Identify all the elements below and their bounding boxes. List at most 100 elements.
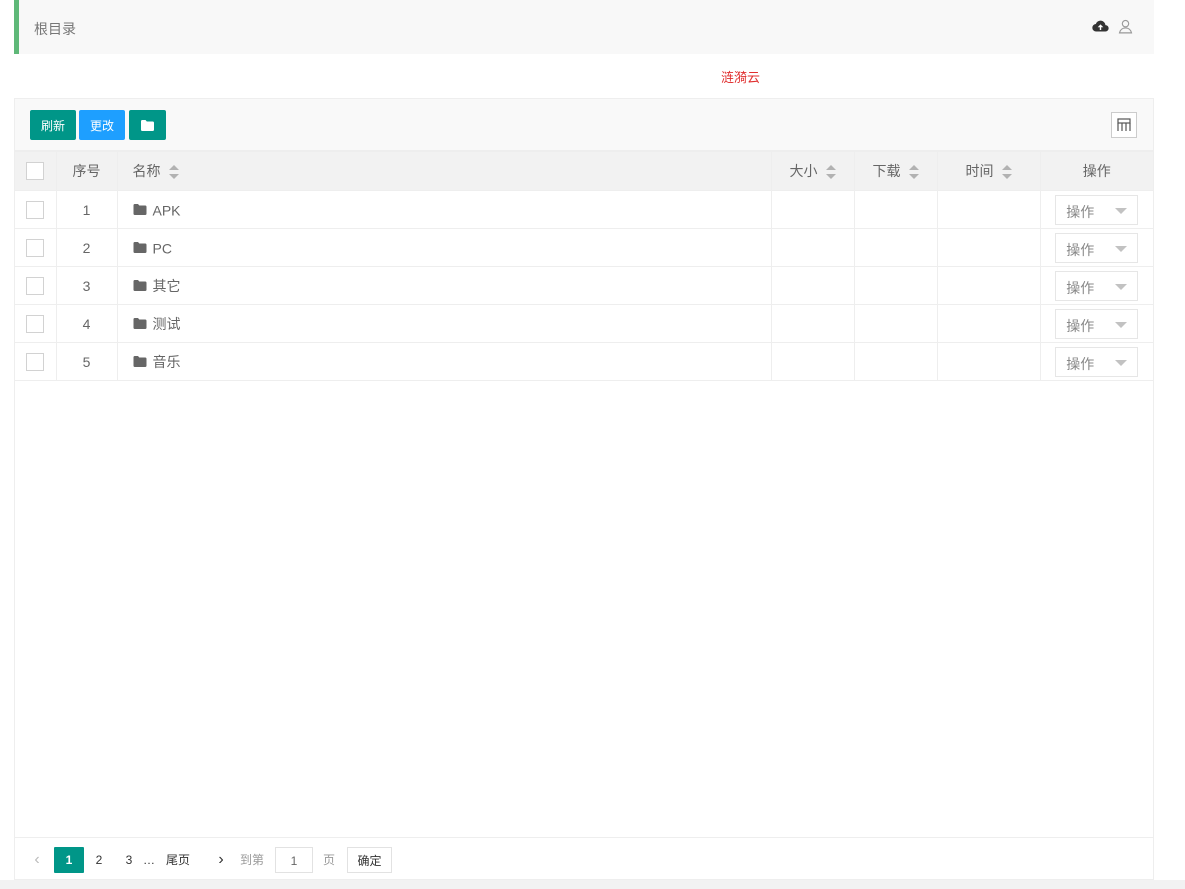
row-checkbox[interactable]	[26, 314, 45, 333]
row-checkbox[interactable]	[26, 200, 45, 219]
select-all-cell[interactable]	[15, 151, 57, 191]
row-name-cell[interactable]: APK	[116, 190, 772, 229]
row-select-cell[interactable]	[15, 228, 57, 267]
action-select[interactable]: 操作	[1055, 194, 1139, 225]
row-checkbox[interactable]	[26, 238, 45, 257]
header-name[interactable]: 名称	[116, 151, 772, 191]
row-action-cell: 操作	[1039, 190, 1153, 229]
sort-icon[interactable]	[908, 165, 919, 180]
file-table: 序号 名称 大小 下载 时间 操作 1 APK 操作 2 PC 操作 3 其它 操作 4 测试 操作 5…	[15, 151, 1153, 381]
folder-icon	[141, 119, 154, 131]
row-time	[936, 342, 1041, 381]
action-select[interactable]: 操作	[1055, 346, 1139, 377]
header-time[interactable]: 时间	[936, 151, 1041, 191]
chevron-down-icon	[1115, 283, 1128, 290]
brand-label: 涟漪云	[721, 70, 761, 85]
row-checkbox[interactable]	[26, 276, 45, 295]
row-time	[936, 190, 1041, 229]
sort-icon[interactable]	[168, 165, 179, 180]
top-actions	[1092, 18, 1134, 35]
row-name[interactable]: APK	[153, 202, 181, 218]
folder-icon	[133, 354, 147, 370]
row-name[interactable]: 其它	[153, 278, 181, 294]
header-download[interactable]: 下载	[853, 151, 938, 191]
action-select-label: 操作	[1066, 241, 1095, 258]
row-name[interactable]: PC	[153, 240, 172, 256]
row-name[interactable]: 音乐	[153, 354, 181, 370]
row-checkbox[interactable]	[26, 352, 45, 371]
cloud-upload-icon[interactable]	[1092, 18, 1109, 35]
row-name-cell[interactable]: 测试	[116, 304, 772, 343]
row-download	[853, 266, 938, 305]
folder-icon	[133, 202, 147, 218]
row-select-cell[interactable]	[15, 304, 57, 343]
folder-icon	[133, 240, 147, 256]
row-name-cell[interactable]: 其它	[116, 266, 772, 305]
row-select-cell[interactable]	[15, 342, 57, 381]
row-name-cell[interactable]: PC	[116, 228, 772, 267]
folder-icon	[133, 278, 147, 294]
goto-label: 到第	[240, 853, 265, 867]
row-action-cell: 操作	[1039, 228, 1153, 267]
new-folder-button[interactable]	[129, 110, 166, 140]
table-row[interactable]: 3 其它 操作	[15, 266, 1153, 305]
header-size-label: 大小	[789, 163, 818, 179]
goto-confirm-button[interactable]: 确定	[347, 847, 392, 873]
header-download-label: 下载	[872, 163, 901, 179]
action-select[interactable]: 操作	[1055, 308, 1139, 339]
row-name[interactable]: 测试	[153, 316, 181, 332]
action-select-label: 操作	[1066, 279, 1095, 296]
change-button[interactable]: 更改	[79, 110, 125, 140]
column-filter-button[interactable]	[1111, 112, 1137, 138]
row-download	[853, 228, 938, 267]
breadcrumb-root[interactable]: 根目录	[34, 19, 76, 39]
bottom-strip	[0, 880, 1185, 889]
breadcrumb: 根目录	[14, 0, 1154, 54]
page-unit-label: 页	[322, 853, 335, 867]
page-3-link[interactable]: 3	[119, 847, 139, 873]
row-size	[770, 190, 855, 229]
page-2-link[interactable]: 2	[89, 847, 109, 873]
header-time-label: 时间	[965, 163, 994, 179]
column-filter-icon	[1117, 118, 1131, 131]
row-select-cell[interactable]	[15, 190, 57, 229]
file-table-panel: 刷新 更改 序号 名称 大小 下载 时间 操作 1 APK 操作 2 PC 操作 3 其它 操作…	[14, 98, 1154, 880]
sort-icon[interactable]	[825, 165, 836, 180]
row-size	[770, 304, 855, 343]
row-index: 3	[55, 266, 118, 305]
user-icon[interactable]	[1117, 18, 1134, 35]
folder-icon	[133, 316, 147, 332]
page-current[interactable]: 1	[54, 847, 84, 873]
row-size	[770, 228, 855, 267]
row-index: 1	[55, 190, 118, 229]
table-row[interactable]: 1 APK 操作	[15, 190, 1153, 229]
row-time	[936, 266, 1041, 305]
action-select-label: 操作	[1066, 355, 1095, 372]
next-page-button[interactable]: ›	[211, 847, 231, 873]
pagination: ‹ 1 2 3 … 尾页 › 到第 1 页 确定	[15, 837, 1153, 879]
row-name-cell[interactable]: 音乐	[116, 342, 772, 381]
action-select-label: 操作	[1066, 203, 1095, 220]
goto-page-input[interactable]: 1	[275, 847, 313, 873]
sort-icon[interactable]	[1001, 165, 1012, 180]
header-size[interactable]: 大小	[770, 151, 855, 191]
chevron-down-icon	[1115, 321, 1128, 328]
prev-page-button[interactable]: ‹	[27, 847, 47, 873]
chevron-down-icon	[1115, 245, 1128, 252]
action-select[interactable]: 操作	[1055, 232, 1139, 263]
row-select-cell[interactable]	[15, 266, 57, 305]
last-page-link[interactable]: 尾页	[163, 847, 193, 873]
refresh-button[interactable]: 刷新	[30, 110, 76, 140]
action-select-label: 操作	[1066, 317, 1095, 334]
select-all-checkbox[interactable]	[26, 162, 45, 180]
table-header-row: 序号 名称 大小 下载 时间 操作	[15, 151, 1153, 191]
table-row[interactable]: 4 测试 操作	[15, 304, 1153, 343]
action-select[interactable]: 操作	[1055, 270, 1139, 301]
table-row[interactable]: 5 音乐 操作	[15, 342, 1153, 381]
row-size	[770, 342, 855, 381]
chevron-down-icon	[1115, 359, 1128, 366]
row-download	[853, 190, 938, 229]
table-row[interactable]: 2 PC 操作	[15, 228, 1153, 267]
row-index: 5	[55, 342, 118, 381]
header-name-label: 名称	[132, 163, 161, 179]
